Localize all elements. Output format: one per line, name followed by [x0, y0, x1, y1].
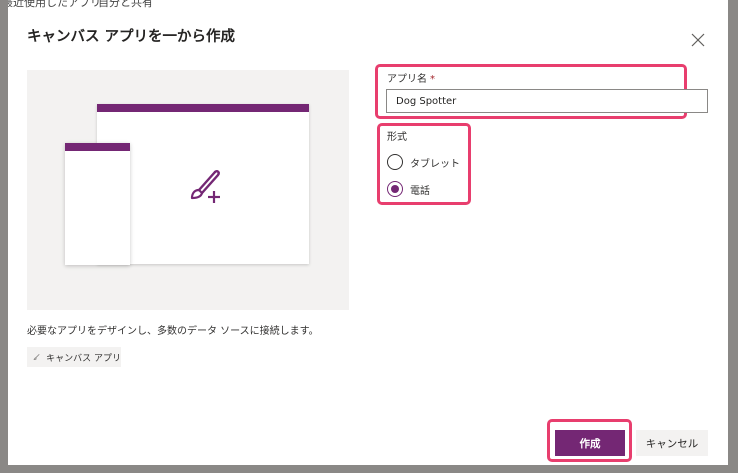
preview-window-header [97, 104, 309, 112]
format-option-tablet[interactable]: タブレット [387, 154, 460, 170]
dialog-title: キャンバス アプリを一から作成 [27, 29, 236, 45]
paintbrush-icon [33, 354, 40, 361]
create-canvas-app-dialog: キャンバス アプリを一から作成 必要なアプリをデザインし、多数のデータ ソースに… [8, 8, 728, 465]
app-name-label-text: アプリ名 [387, 74, 427, 85]
preview-phone-window [65, 143, 130, 265]
format-option-tablet-label: タブレット [410, 158, 460, 170]
canvas-app-tag-label: キャンバス アプリ [46, 353, 121, 364]
create-button[interactable]: 作成 [555, 430, 625, 456]
preview-phone-header [65, 143, 130, 151]
radio-unchecked-icon[interactable] [387, 154, 403, 170]
app-name-input[interactable] [386, 89, 708, 113]
overlay-bottom [0, 465, 738, 473]
background-app-strip: 最近使用したアプリ 自分と共有 [0, 0, 738, 8]
format-label: 形式 [387, 132, 407, 143]
app-name-label: アプリ名 * [387, 70, 435, 85]
close-button[interactable] [688, 30, 708, 50]
overlay-left [0, 0, 8, 473]
background-shared-text: 自分と共有 [98, 0, 153, 8]
required-asterisk: * [430, 74, 435, 85]
background-recent-apps-text: 最近使用したアプリ [2, 0, 101, 8]
canvas-app-tag: キャンバス アプリ [27, 347, 121, 367]
app-preview-illustration [27, 70, 349, 310]
format-option-phone[interactable]: 電話 [387, 181, 430, 197]
close-icon [691, 33, 705, 47]
radio-checked-icon[interactable] [387, 181, 403, 197]
overlay-right [728, 0, 738, 473]
dialog-description: 必要なアプリをデザインし、多数のデータ ソースに接続します。 [27, 326, 319, 337]
format-option-phone-label: 電話 [410, 185, 430, 197]
paintbrush-plus-icon [190, 170, 220, 203]
cancel-button[interactable]: キャンセル [636, 430, 708, 456]
